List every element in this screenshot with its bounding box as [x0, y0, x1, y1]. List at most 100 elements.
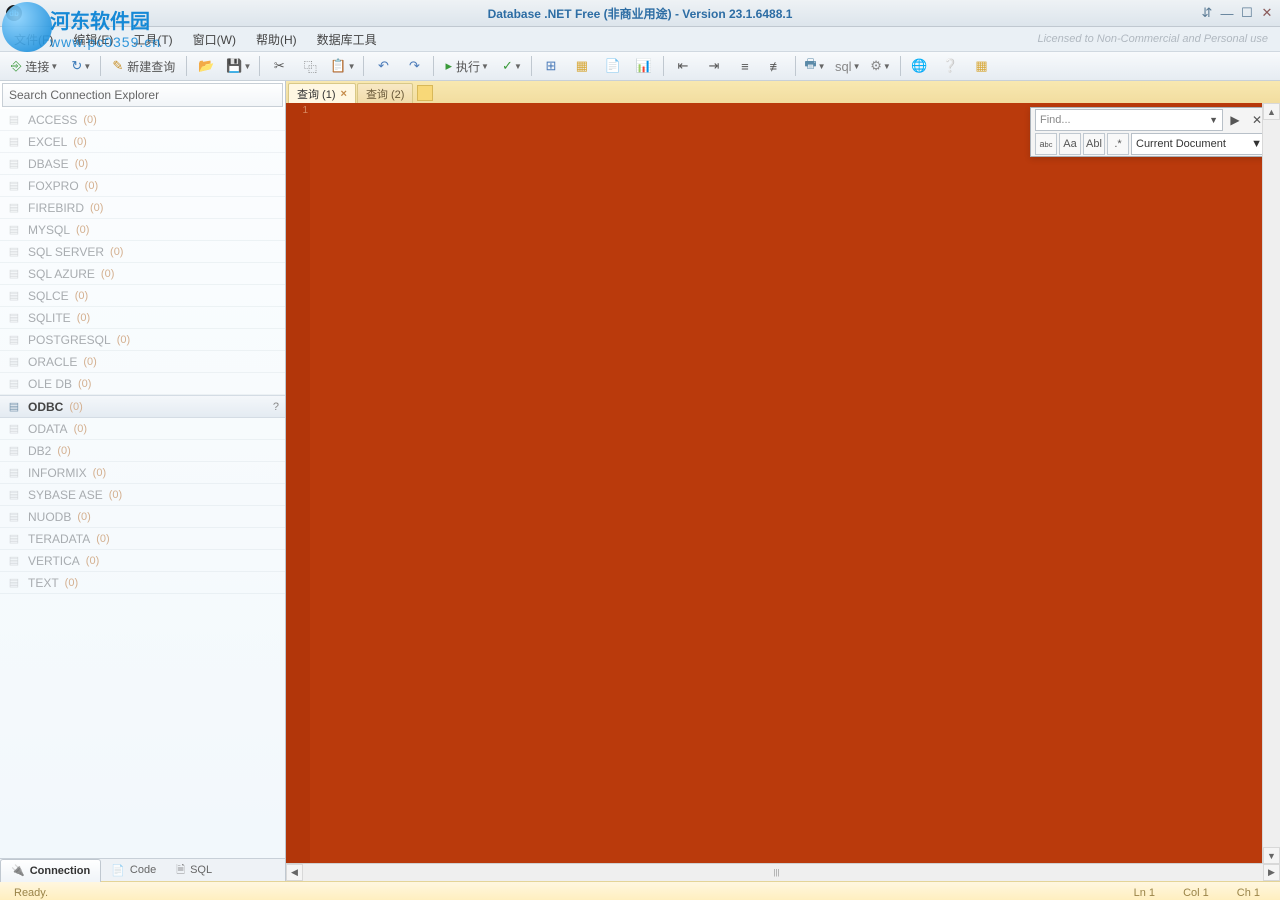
- sidebar-item-nuodb[interactable]: ▤NUODB (0): [0, 506, 285, 528]
- help-button[interactable]: ❔: [936, 54, 966, 78]
- indent-right-icon[interactable]: ⇥: [699, 54, 729, 78]
- cut-button[interactable]: ✂: [264, 54, 294, 78]
- db-icon: ▤: [6, 179, 22, 192]
- sidebar-item-text[interactable]: ▤TEXT (0): [0, 572, 285, 594]
- db-icon: ▤: [6, 201, 22, 214]
- sidebar-item-odata[interactable]: ▤ODATA (0): [0, 418, 285, 440]
- sidebar-item-mysql[interactable]: ▤MYSQL (0): [0, 219, 285, 241]
- db-icon: ▤: [6, 400, 22, 413]
- sidebar-item-oracle[interactable]: ▤ORACLE (0): [0, 351, 285, 373]
- horizontal-scrollbar[interactable]: ◀|||▶: [286, 863, 1280, 881]
- editor-tab[interactable]: 查询 (1)×: [288, 83, 356, 103]
- db-icon: ▤: [6, 466, 22, 479]
- db-icon: ▤: [6, 554, 22, 567]
- sidebar-item-excel[interactable]: ▤EXCEL (0): [0, 131, 285, 153]
- settings-button[interactable]: ⚙▼: [866, 54, 896, 78]
- find-next-button[interactable]: ▶: [1225, 110, 1245, 130]
- db-icon: ▤: [6, 223, 22, 236]
- search-input[interactable]: Search Connection Explorer: [2, 83, 283, 107]
- grid-icon[interactable]: ⊞: [536, 54, 566, 78]
- sidebar-item-foxpro[interactable]: ▤FOXPRO (0): [0, 175, 285, 197]
- tab-code[interactable]: 📄Code: [101, 859, 166, 881]
- close-button[interactable]: ✕: [1258, 4, 1276, 22]
- vertical-scrollbar[interactable]: ▲▼: [1262, 103, 1280, 864]
- globe-icon[interactable]: 🌐: [905, 54, 935, 78]
- execute-button[interactable]: ▸执行▼: [438, 54, 495, 78]
- db-icon: ▤: [6, 245, 22, 258]
- sidebar-item-vertica[interactable]: ▤VERTICA (0): [0, 550, 285, 572]
- menu-window[interactable]: 窗口(W): [183, 29, 246, 50]
- print-button[interactable]: 🖶▼: [800, 54, 830, 78]
- save-button[interactable]: 💾▼: [222, 54, 255, 78]
- maximize-button[interactable]: ☐: [1238, 4, 1256, 22]
- sidebar-item-sql-server[interactable]: ▤SQL SERVER (0): [0, 241, 285, 263]
- sidebar-item-ole-db[interactable]: ▤OLE DB (0): [0, 373, 285, 395]
- status-ready: Ready.: [14, 887, 48, 899]
- find-input[interactable]: Find...▼: [1035, 109, 1223, 131]
- execute-check-button[interactable]: ✓▼: [497, 54, 527, 78]
- editor-tab[interactable]: 查询 (2): [357, 83, 414, 103]
- menu-tools[interactable]: 工具(T): [123, 29, 182, 50]
- editor-tabstrip: 查询 (1)×查询 (2): [286, 81, 1280, 103]
- db-icon: ▤: [6, 267, 22, 280]
- code-icon: 📄: [111, 864, 125, 877]
- refresh-button[interactable]: ↻▼: [66, 54, 96, 78]
- menu-db-tools[interactable]: 数据库工具: [307, 29, 387, 50]
- db-icon: ▤: [6, 113, 22, 126]
- match-case-toggle[interactable]: Aa: [1059, 133, 1081, 155]
- whole-word-toggle[interactable]: Abl: [1083, 133, 1105, 155]
- sidebar-item-sqlce[interactable]: ▤SQLCE (0): [0, 285, 285, 307]
- table-icon[interactable]: ▦: [567, 54, 597, 78]
- sidebar-item-sql-azure[interactable]: ▤SQL AZURE (0): [0, 263, 285, 285]
- minimize-button[interactable]: —: [1218, 4, 1236, 22]
- new-query-button[interactable]: ✎新建查询: [105, 54, 182, 78]
- db-icon: ▤: [6, 576, 22, 589]
- tab-sql[interactable]: 🗎SQL: [166, 859, 222, 881]
- script-icon[interactable]: 📄: [598, 54, 628, 78]
- undo-button[interactable]: ↶: [368, 54, 398, 78]
- copy-button[interactable]: ⿻: [295, 54, 325, 78]
- new-tab-button[interactable]: [417, 85, 433, 101]
- sidebar-item-postgresql[interactable]: ▤POSTGRESQL (0): [0, 329, 285, 351]
- sidebar-item-informix[interactable]: ▤INFORMIX (0): [0, 462, 285, 484]
- export-icon[interactable]: 📊: [629, 54, 659, 78]
- db-icon: ▤: [6, 289, 22, 302]
- toolbar: ⎆连接▼ ↻▼ ✎新建查询 📂 💾▼ ✂ ⿻ 📋▼ ↶ ↷ ▸执行▼ ✓▼ ⊞ …: [0, 52, 1280, 81]
- connect-button[interactable]: ⎆连接▼: [4, 54, 65, 78]
- status-col: Col 1: [1183, 887, 1209, 899]
- regex-icon[interactable]: .*: [1107, 133, 1129, 155]
- db-icon: ▤: [6, 422, 22, 435]
- redo-button[interactable]: ↷: [399, 54, 429, 78]
- comment-icon[interactable]: ≡: [730, 54, 760, 78]
- sidebar-item-access[interactable]: ▤ACCESS (0): [0, 109, 285, 131]
- license-note: Licensed to Non-Commercial and Personal …: [1037, 33, 1276, 45]
- uncomment-icon[interactable]: ≢: [761, 54, 791, 78]
- sql-format-icon[interactable]: sql▼: [831, 54, 865, 78]
- open-button[interactable]: 📂: [191, 54, 221, 78]
- sidebar-item-sqlite[interactable]: ▤SQLITE (0): [0, 307, 285, 329]
- menu-edit[interactable]: 编辑(E): [63, 29, 123, 50]
- restore-down-icon[interactable]: ⇵: [1198, 4, 1216, 22]
- close-tab-icon[interactable]: ×: [341, 88, 347, 100]
- regex-toggle[interactable]: abc: [1035, 133, 1057, 155]
- db-icon: ▤: [6, 444, 22, 457]
- db-icon: ▤: [6, 488, 22, 501]
- about-icon[interactable]: ▦: [967, 54, 997, 78]
- paste-button[interactable]: 📋▼: [326, 54, 359, 78]
- sidebar-item-firebird[interactable]: ▤FIREBIRD (0): [0, 197, 285, 219]
- sidebar-item-odbc[interactable]: ▤ODBC (0)?: [0, 395, 285, 418]
- find-panel: Find...▼ ▶ ✕ abc Aa Abl .* Current Docum…: [1030, 107, 1272, 157]
- find-scope-select[interactable]: Current Document▼: [1131, 133, 1267, 155]
- sidebar-item-db2[interactable]: ▤DB2 (0): [0, 440, 285, 462]
- db-icon: ▤: [6, 355, 22, 368]
- sidebar-item-dbase[interactable]: ▤DBASE (0): [0, 153, 285, 175]
- sidebar-item-teradata[interactable]: ▤TERADATA (0): [0, 528, 285, 550]
- sidebar-item-sybase-ase[interactable]: ▤SYBASE ASE (0): [0, 484, 285, 506]
- menu-help[interactable]: 帮助(H): [246, 29, 307, 50]
- indent-left-icon[interactable]: ⇤: [668, 54, 698, 78]
- editor[interactable]: 1 Find...▼ ▶ ✕ abc Aa Abl .* Current Doc…: [286, 103, 1280, 863]
- menu-file[interactable]: 文件(F): [4, 29, 63, 50]
- db-icon: ▤: [6, 510, 22, 523]
- tab-connection[interactable]: 🔌Connection: [0, 859, 101, 882]
- db-icon: ▤: [6, 135, 22, 148]
